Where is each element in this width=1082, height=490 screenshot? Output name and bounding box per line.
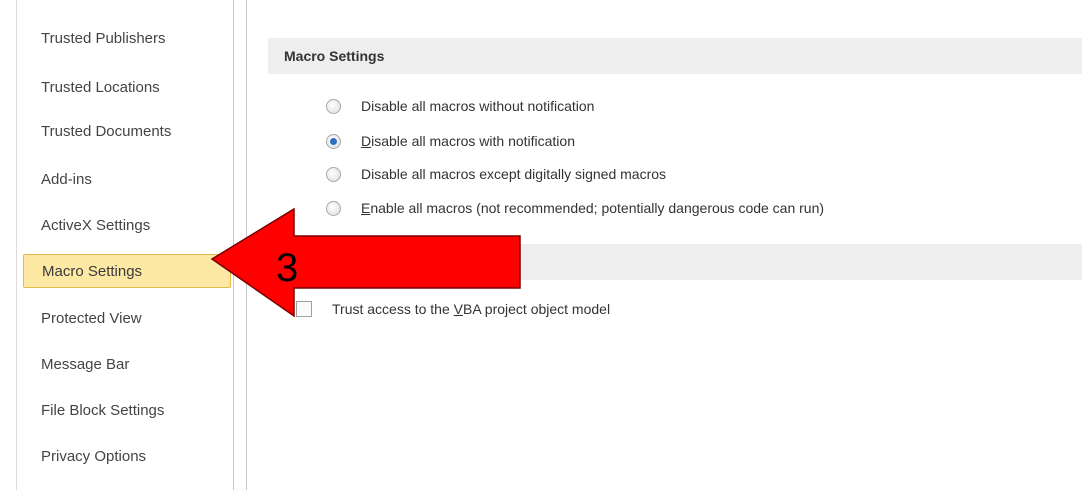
sidebar-item-file-block-settings[interactable]: File Block Settings [23, 394, 231, 428]
radio-disable-except-signed[interactable]: Disable all macros except digitally sign… [326, 162, 666, 186]
step-number-label: 3 [276, 246, 299, 290]
sidebar-item-message-bar[interactable]: Message Bar [23, 348, 231, 382]
radio-button[interactable] [326, 133, 341, 149]
sidebar-item-trusted-publishers[interactable]: Trusted Publishers [23, 22, 231, 56]
radio-label: Disable all macros with notification [361, 133, 575, 149]
sidebar-item-protected-view[interactable]: Protected View [23, 302, 231, 336]
radio-button[interactable] [326, 166, 341, 182]
sidebar-item-macro-settings[interactable]: Macro Settings [23, 254, 231, 288]
sidebar-item-privacy-options[interactable]: Privacy Options [23, 440, 231, 474]
radio-disable-with-notification[interactable]: Disable all macros with notification [326, 129, 575, 153]
radio-button[interactable] [326, 98, 341, 114]
sidebar-item-trusted-locations[interactable]: Trusted Locations [23, 71, 231, 105]
radio-label: Disable all macros without notification [361, 98, 595, 114]
trust-center-sidebar: Trusted Publishers Trusted Locations Tru… [16, 0, 234, 490]
sidebar-item-trusted-documents[interactable]: Trusted Documents [23, 115, 231, 149]
macro-settings-header: Macro Settings [268, 38, 1082, 74]
sidebar-item-activex-settings[interactable]: ActiveX Settings [23, 209, 231, 243]
radio-label: Disable all macros except digitally sign… [361, 166, 667, 182]
red-arrow-annotation [210, 207, 521, 318]
radio-disable-without-notification[interactable]: Disable all macros without notification [326, 94, 594, 118]
sidebar-item-add-ins[interactable]: Add-ins [23, 163, 231, 197]
